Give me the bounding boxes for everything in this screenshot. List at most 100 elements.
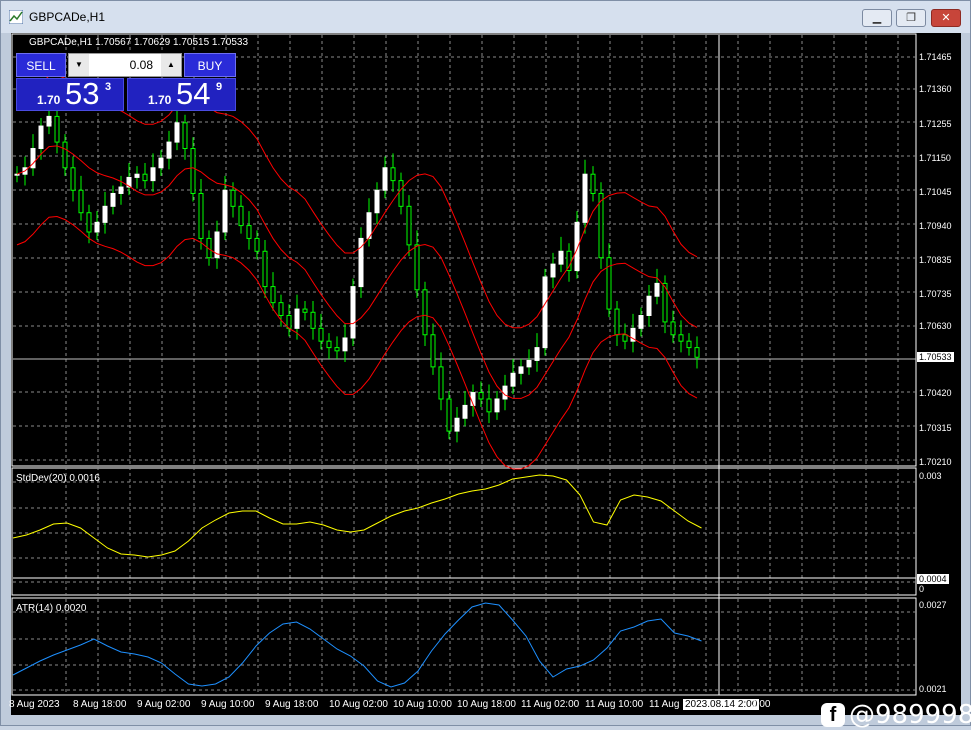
sell-price[interactable]: 1.70 53 3 [16, 76, 124, 111]
price-axis-label: 1.70210 [919, 457, 952, 467]
candle-body [694, 347, 700, 358]
candle-body [102, 205, 108, 223]
candle-body [438, 366, 444, 400]
time-axis-label: 10 Aug 02:00 [329, 699, 388, 710]
candle-body [278, 302, 284, 316]
candle-body [142, 173, 148, 182]
candle-body [670, 321, 676, 336]
candle-body [190, 148, 196, 194]
atr-bottom-value: 0.0021 [919, 684, 947, 694]
candle-body [150, 167, 156, 182]
candle-body [14, 173, 20, 176]
sell-price-fraction: 3 [105, 81, 112, 93]
lot-increase-icon[interactable]: ▲ [161, 54, 181, 76]
candle-body [238, 205, 244, 227]
candle-body [542, 276, 548, 349]
price-axis-label: 1.71150 [919, 153, 951, 163]
candle-body [590, 173, 596, 194]
candle-body [494, 398, 500, 413]
candle-body [86, 212, 92, 233]
lot-size-stepper[interactable]: ▼ 0.08 ▲ [68, 53, 182, 77]
lot-size-value[interactable]: 0.08 [91, 54, 159, 76]
candle-body [62, 141, 68, 169]
stddev-bottom-value: 0 [919, 584, 925, 594]
stddev-line [12, 474, 702, 558]
price-axis-label: 1.70630 [919, 321, 952, 331]
price-axis-label: 1.70940 [919, 221, 952, 231]
buy-price-fraction: 9 [216, 81, 223, 93]
time-axis-label: 10 Aug 18:00 [457, 699, 516, 710]
candle-body [38, 125, 44, 150]
candle-body [78, 189, 84, 214]
price-axis-label: 1.70835 [919, 255, 952, 265]
candle-body [526, 359, 532, 368]
candle-body [638, 314, 644, 329]
candle-body [294, 308, 300, 329]
candle-body [342, 337, 348, 352]
time-axis-label: 10 Aug 10:00 [393, 699, 452, 710]
terminal-window: GBPCADe,H1 ▁ ❐ ✕ GBPCADe,H1 1.70567 1.70… [0, 0, 971, 730]
atr-panel-border [11, 597, 917, 696]
candle-body [510, 372, 516, 387]
time-axis-label: 11 Aug 10:00 [585, 699, 644, 710]
price-axis-label: 1.71465 [919, 52, 952, 62]
time-axis-label: 8 Aug 2023 [9, 699, 60, 710]
sell-button[interactable]: SELL [16, 53, 66, 77]
buy-price-prefix: 1.70 [148, 93, 172, 107]
atr-label: ATR(14) 0.0020 [16, 603, 87, 614]
time-axis-label: 8 Aug 18:00 [73, 699, 127, 710]
candle-body [382, 167, 388, 191]
facebook-icon: f [821, 703, 845, 727]
sell-price-prefix: 1.70 [37, 93, 61, 107]
current-price-tag: 1.70533 [917, 352, 954, 362]
candle-body [406, 205, 412, 246]
candle-body [502, 385, 508, 400]
time-axis-label: 11 Aug 02:00 [521, 699, 580, 710]
buy-button[interactable]: BUY [184, 53, 236, 77]
candle-body [302, 308, 308, 313]
candle-body [310, 311, 316, 329]
time-axis-label: 9 Aug 18:00 [265, 699, 319, 710]
candle-body [518, 366, 524, 374]
candle-body [686, 340, 692, 349]
lot-decrease-icon[interactable]: ▼ [69, 54, 89, 76]
candle-body [334, 347, 340, 352]
stddev-label: StdDev(20) 0.0016 [16, 473, 100, 484]
time-axis-label: 9 Aug 02:00 [137, 699, 191, 710]
candle-body [254, 237, 260, 252]
price-axis-label: 1.71045 [919, 187, 952, 197]
atr-top-value: 0.0027 [919, 600, 947, 610]
candle-body [246, 225, 252, 239]
chart-canvas[interactable] [11, 33, 961, 715]
candle-body [486, 398, 492, 413]
candle-body [614, 308, 620, 336]
candle-body [430, 334, 436, 368]
candle-body [222, 189, 228, 233]
candle-body [550, 263, 556, 278]
candle-body [262, 250, 268, 288]
bollinger-upper [16, 74, 698, 329]
candle-body [398, 180, 404, 207]
cursor-time-tag: 2023.08.14 2:00 [683, 699, 760, 710]
candle-body [350, 286, 356, 339]
minimize-button[interactable]: ▁ [862, 9, 892, 27]
time-axis-label: 9 Aug 10:00 [201, 699, 255, 710]
candle-body [446, 398, 452, 432]
candle-body [478, 392, 484, 400]
candle-body [270, 286, 276, 304]
title-bar: GBPCADe,H1 ▁ ❐ ✕ [1, 1, 970, 33]
candle-body [110, 192, 116, 207]
price-axis-label: 1.70315 [919, 423, 952, 433]
candle-body [654, 282, 660, 297]
candle-body [462, 404, 468, 419]
candle-body [422, 289, 428, 336]
candle-body [366, 212, 372, 239]
chart-area[interactable]: GBPCADe,H1 1.70567 1.70629 1.70515 1.705… [9, 33, 971, 730]
close-button[interactable]: ✕ [931, 9, 961, 27]
candle-body [118, 186, 124, 194]
restore-button[interactable]: ❐ [896, 9, 926, 27]
buy-price[interactable]: 1.70 54 9 [127, 76, 236, 111]
candle-body [318, 327, 324, 342]
candle-body [582, 173, 588, 223]
atr-line [12, 602, 702, 688]
